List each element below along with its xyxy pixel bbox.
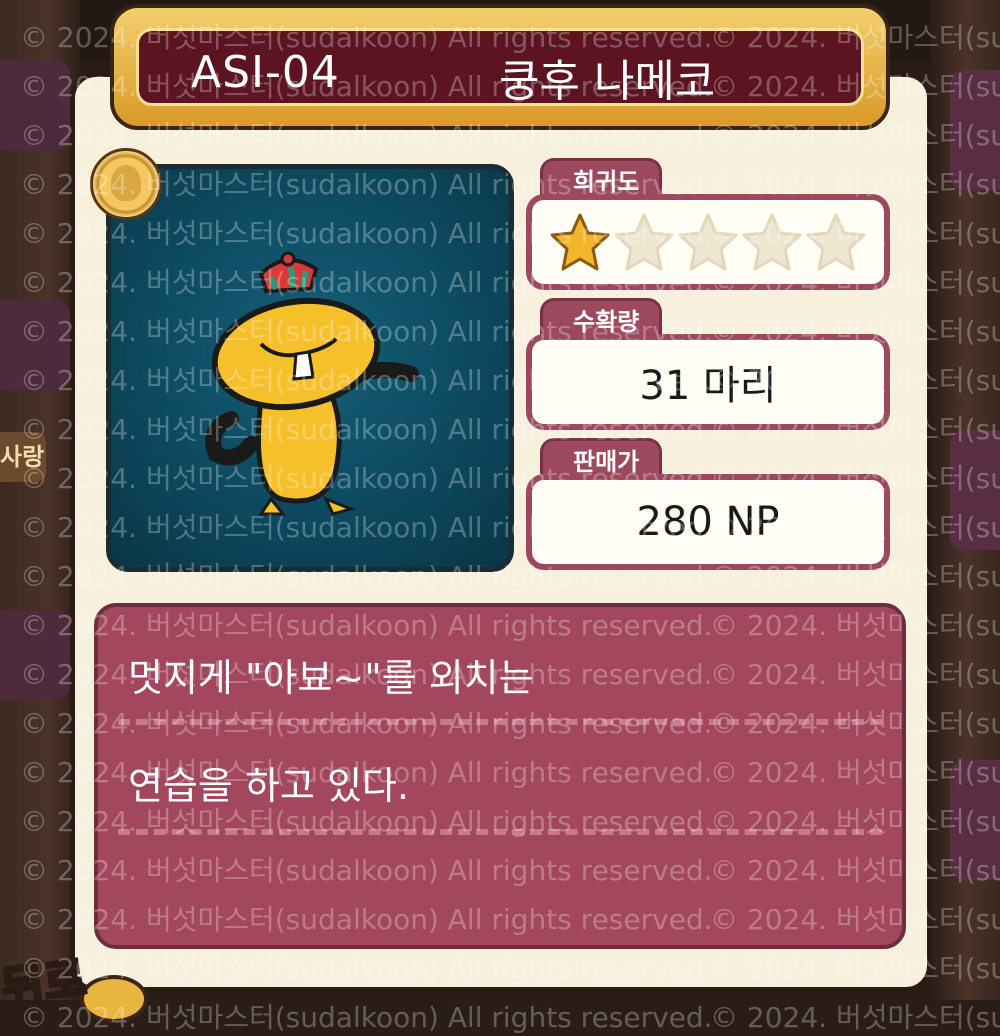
harvest-value: 31 마리 <box>532 340 884 424</box>
harvest-box: 31 마리 <box>526 334 890 430</box>
star-filled-icon <box>550 213 610 271</box>
title-inner: ASI-04 쿵후 나메코 <box>136 28 864 107</box>
star-rating <box>549 211 867 273</box>
left-panel-stripe <box>0 300 70 390</box>
star-empty-icon <box>742 213 802 271</box>
crown-silhouette <box>111 165 141 201</box>
crown-medal-icon <box>90 148 162 220</box>
kungfu-nameko-illustration <box>205 251 419 516</box>
background-right-panel <box>930 0 1000 1000</box>
price-box: 280 NP <box>526 474 890 570</box>
mushroom-name: 쿵후 나메코 <box>499 56 716 107</box>
left-panel-stripe <box>0 610 70 700</box>
side-tab[interactable]: 사랑 <box>0 432 46 482</box>
right-panel-stripe <box>950 430 1000 550</box>
left-panel-stripe <box>0 60 70 150</box>
description-line-2: 연습을 하고 있다. <box>128 764 409 808</box>
star-empty-icon <box>678 213 738 271</box>
title-banner: ASI-04 쿵후 나메코 <box>110 4 890 130</box>
star-empty-icon <box>614 213 674 271</box>
description-divider <box>118 719 882 725</box>
right-panel-stripe <box>950 70 1000 190</box>
rarity-box <box>526 194 890 290</box>
mushroom-portrait <box>106 164 514 572</box>
background-left-panel: 사랑 <box>0 0 80 1000</box>
star-empty-icon <box>806 213 866 271</box>
description-line-1: 멋지게 "아뵤~"를 외치는 <box>128 656 534 700</box>
mushroom-code: ASI-04 <box>191 47 340 98</box>
watermark-text: © 2024. 버섯마스터(sudalkoon) All rights rese… <box>710 1001 1000 1034</box>
price-value: 280 NP <box>532 480 884 564</box>
right-panel-stripe <box>950 760 1000 880</box>
description-panel: 멋지게 "아뵤~"를 외치는 연습을 하고 있다. <box>94 603 906 949</box>
description-divider <box>118 829 882 835</box>
rarity-stars <box>532 200 884 284</box>
